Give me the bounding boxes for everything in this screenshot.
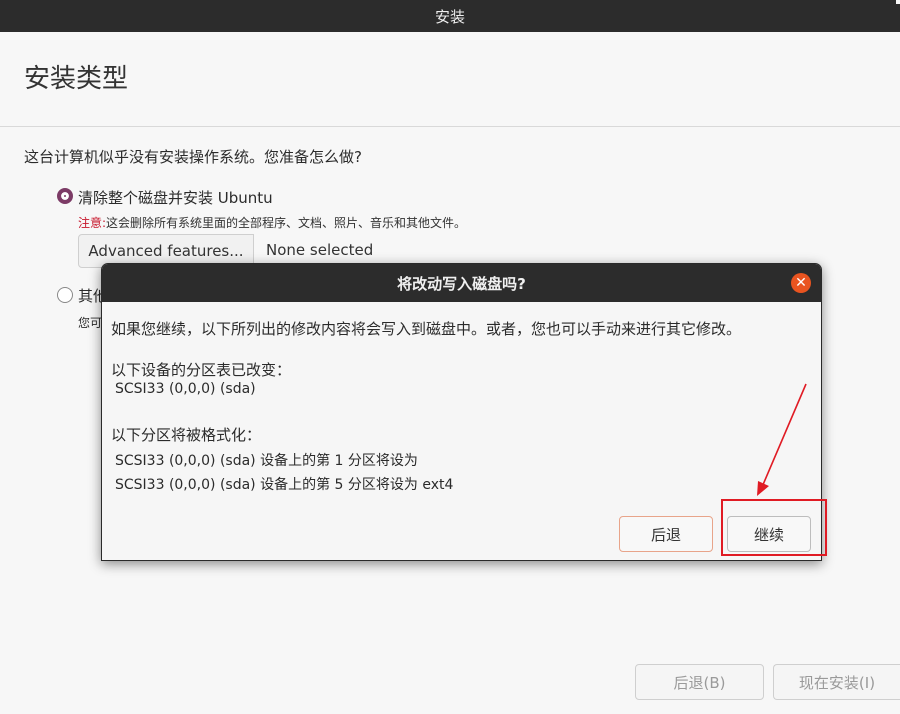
annotation-arrow xyxy=(757,383,807,496)
arrow-shaft xyxy=(761,383,807,488)
